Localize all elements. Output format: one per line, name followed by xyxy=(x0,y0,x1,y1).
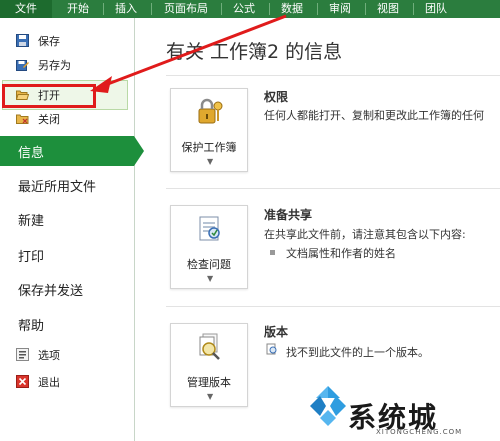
tab-separator xyxy=(317,3,318,15)
menu-item-label: 另存为 xyxy=(38,59,71,72)
menu-item-label: 新建 xyxy=(18,214,45,229)
dropdown-caret-icon: ▼ xyxy=(207,157,214,166)
section-bullet: 文档属性和作者的姓名 xyxy=(286,247,396,260)
tab-separator xyxy=(365,3,366,15)
manage-versions-button[interactable]: 管理版本 ▼ xyxy=(170,323,248,407)
menu-item-label: 保存 xyxy=(38,35,60,48)
menu-item-exit[interactable]: 退出 xyxy=(0,371,134,393)
menu-item-save-as[interactable]: 另存为 xyxy=(0,54,134,76)
save-icon xyxy=(16,34,29,47)
divider xyxy=(166,306,500,307)
menu-item-save[interactable]: 保存 xyxy=(0,30,134,52)
dropdown-caret-icon: ▼ xyxy=(207,392,214,401)
button-label: 管理版本 xyxy=(187,376,231,389)
tab-view[interactable]: 视图 xyxy=(368,0,408,18)
exit-icon xyxy=(16,375,29,388)
check-issues-button[interactable]: 检查问题 ▼ xyxy=(170,205,248,289)
section-heading: 版本 xyxy=(264,325,289,339)
menu-item-options[interactable]: 选项 xyxy=(0,344,134,366)
menu-item-label: 信息 xyxy=(18,146,45,161)
tab-data[interactable]: 数据 xyxy=(272,0,312,18)
divider xyxy=(166,75,500,76)
tab-separator xyxy=(103,3,104,15)
menu-item-save-send[interactable]: 保存并发送 xyxy=(0,274,134,304)
annotation-highlight-box xyxy=(2,84,96,108)
tab-page-layout[interactable]: 页面布局 xyxy=(156,0,216,18)
inspect-document-icon xyxy=(199,216,220,241)
section-description: 在共享此文件前，请注意其包含以下内容: xyxy=(264,228,466,241)
menu-item-label: 选项 xyxy=(38,349,60,362)
active-indicator xyxy=(134,136,144,166)
menu-item-help[interactable]: 帮助 xyxy=(0,309,134,339)
tab-home[interactable]: 开始 xyxy=(58,0,98,18)
page-title: 有关 工作簿2 的信息 xyxy=(166,41,343,63)
menu-item-recent[interactable]: 最近所用文件 xyxy=(0,170,134,200)
tab-separator xyxy=(269,3,270,15)
menu-item-label: 关闭 xyxy=(38,113,60,126)
menu-item-label: 保存并发送 xyxy=(18,284,84,299)
menu-item-label: 最近所用文件 xyxy=(18,180,97,195)
tab-team[interactable]: 团队 xyxy=(416,0,456,18)
tab-separator xyxy=(413,3,414,15)
section-heading: 权限 xyxy=(264,90,289,104)
menu-item-info[interactable]: 信息 xyxy=(0,136,144,166)
tab-separator xyxy=(151,3,152,15)
bullet-icon xyxy=(270,250,275,255)
menu-item-close[interactable]: 关闭 xyxy=(0,108,134,130)
menu-item-label: 打印 xyxy=(18,250,45,265)
divider xyxy=(166,188,500,189)
menu-item-label: 退出 xyxy=(38,376,60,389)
menu-item-label: 帮助 xyxy=(18,319,45,334)
save-as-icon xyxy=(16,60,29,71)
manage-versions-icon xyxy=(199,333,220,360)
watermark-logo-icon xyxy=(310,386,346,426)
button-label: 保护工作簿 xyxy=(181,141,237,154)
protect-workbook-button[interactable]: 保护工作簿 ▼ xyxy=(170,88,248,172)
section-description: 找不到此文件的上一个版本。 xyxy=(286,346,429,359)
section-description: 任何人都能打开、复制和更改此工作簿的任何 xyxy=(264,109,484,122)
tab-review[interactable]: 审阅 xyxy=(320,0,360,18)
dropdown-caret-icon: ▼ xyxy=(207,274,214,283)
tab-separator xyxy=(221,3,222,15)
menu-item-print[interactable]: 打印 xyxy=(0,240,134,270)
menu-item-new[interactable]: 新建 xyxy=(0,204,134,234)
tab-formulas[interactable]: 公式 xyxy=(224,0,264,18)
lock-key-icon xyxy=(198,98,223,124)
watermark-url: XITONGCHENG.COM xyxy=(376,428,463,436)
section-heading: 准备共享 xyxy=(264,208,313,222)
versions-info-icon xyxy=(266,343,277,355)
button-label: 检查问题 xyxy=(187,258,231,271)
folder-close-icon xyxy=(16,114,29,124)
backstage-nav: 保存 另存为 打开 关闭 信息 最近所用文件 新建 打印 保存并发送 帮助 选项… xyxy=(0,18,144,441)
tab-insert[interactable]: 插入 xyxy=(106,0,146,18)
tab-file[interactable]: 文件 xyxy=(0,0,52,18)
ribbon-tab-bar: 文件 开始 插入 页面布局 公式 数据 审阅 视图 团队 xyxy=(0,0,500,18)
options-icon xyxy=(16,348,29,361)
